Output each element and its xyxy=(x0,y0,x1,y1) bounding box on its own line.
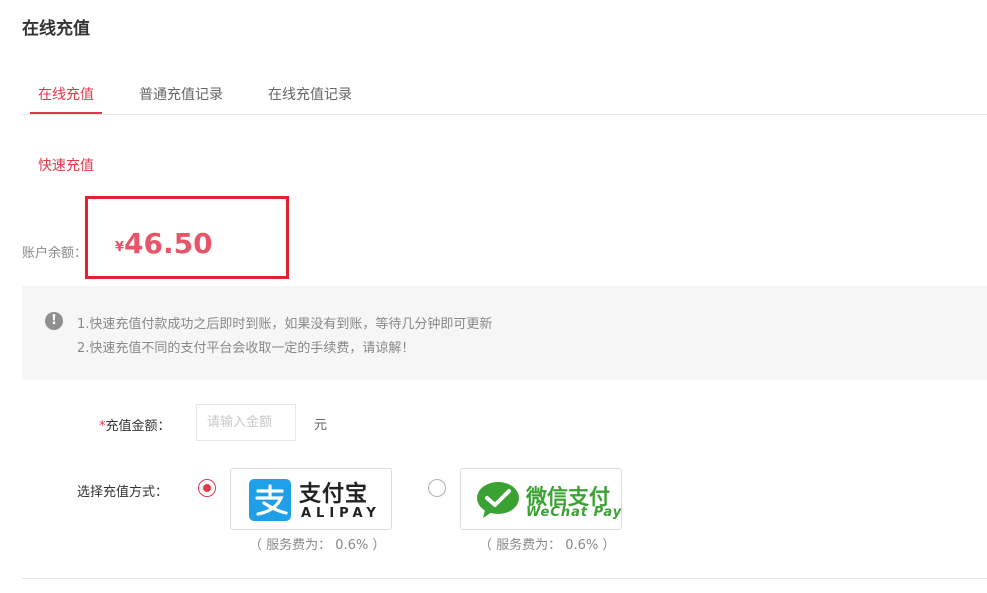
balance-amount: 46.50 xyxy=(124,227,213,260)
alipay-fee: （ 服务费为： 0.6% ） xyxy=(249,538,386,553)
payment-method-label: 选择充值方式： xyxy=(77,485,169,500)
divider xyxy=(22,578,987,579)
recharge-page: 在线充值 在线充值 普通充值记录 在线充值记录 快速充值 账户余额： ¥46.5… xyxy=(0,0,987,593)
balance-value: ¥46.50 xyxy=(115,227,213,260)
active-tab-indicator xyxy=(30,112,102,114)
wechat-pay-fee: （ 服务费为： 0.6% ） xyxy=(479,538,616,553)
alipay-logo-text: 支付宝 xyxy=(299,482,369,507)
wechat-pay-radio[interactable] xyxy=(428,479,446,497)
alipay-option[interactable]: 支付宝 ALIPAY xyxy=(230,468,392,530)
notice-line-2: 2.快速充值不同的支付平台会收取一定的手续费，请谅解！ xyxy=(77,341,415,356)
wechat-pay-logo-subtext: WeChat Pay xyxy=(526,505,623,520)
amount-label: *充值金额： xyxy=(99,415,171,434)
currency-unit: 元 xyxy=(314,418,328,433)
tab-regular-recharge-records[interactable]: 普通充值记录 xyxy=(139,84,223,104)
wechat-pay-logo-icon xyxy=(475,480,521,520)
notice-line-1: 1.快速充值付款成功之后即时到账，如果没有到账，等待几分钟即可更新 xyxy=(77,317,493,332)
wechat-pay-option[interactable]: 微信支付 WeChat Pay xyxy=(460,468,622,530)
alipay-radio[interactable] xyxy=(198,479,216,497)
balance-label: 账户余额： xyxy=(22,246,88,261)
currency-symbol: ¥ xyxy=(115,240,125,255)
quick-recharge-link[interactable]: 快速充值 xyxy=(38,155,94,175)
tab-online-recharge-records[interactable]: 在线充值记录 xyxy=(268,84,352,104)
exclamation-icon: ! xyxy=(45,312,63,330)
tab-bar: 在线充值 普通充值记录 在线充值记录 xyxy=(22,76,987,115)
alipay-logo-icon xyxy=(249,479,291,521)
page-title: 在线充值 xyxy=(22,19,90,39)
amount-input[interactable] xyxy=(196,404,296,441)
tab-online-recharge[interactable]: 在线充值 xyxy=(38,84,94,104)
notice-panel: ! 1.快速充值付款成功之后即时到账，如果没有到账，等待几分钟即可更新 2.快速… xyxy=(22,286,987,380)
alipay-logo-subtext: ALIPAY xyxy=(301,506,381,521)
amount-label-text: 充值金额： xyxy=(105,419,171,434)
